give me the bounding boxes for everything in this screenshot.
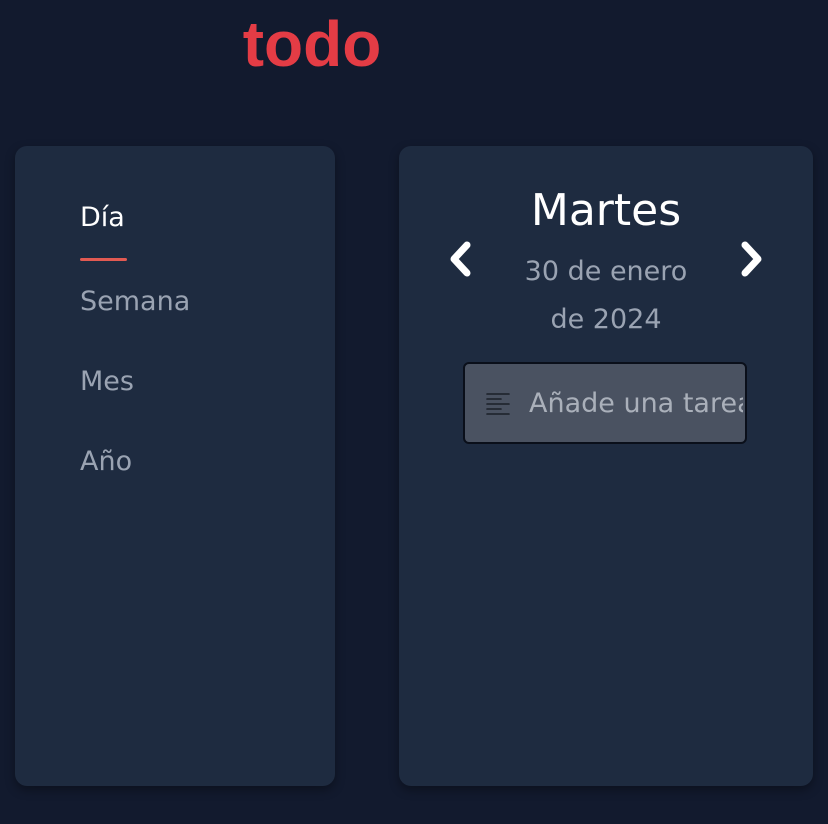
chevron-left-icon: [450, 241, 471, 277]
add-task-field[interactable]: [463, 362, 747, 444]
day-name-heading: Martes: [530, 185, 682, 236]
nav-item-dia[interactable]: Día: [80, 201, 125, 235]
chevron-right-icon: [741, 241, 762, 277]
view-nav-panel: Día Semana Mes Año: [15, 146, 335, 786]
nav-item-ano[interactable]: Año: [80, 445, 132, 479]
prev-day-button[interactable]: [445, 239, 477, 279]
nav-item-mes[interactable]: Mes: [80, 365, 134, 399]
active-nav-underline: [80, 258, 127, 261]
date-label: 30 de enero de 2024: [481, 248, 731, 344]
add-task-input[interactable]: [529, 364, 743, 442]
day-view-panel: Martes 30 de enero de 2024: [399, 146, 813, 786]
nav-item-semana[interactable]: Semana: [80, 285, 190, 319]
app-title: todo: [242, 8, 382, 80]
date-line-1: 30 de enero: [524, 256, 688, 287]
align-left-icon: [486, 393, 510, 415]
date-line-2: de 2024: [550, 304, 662, 335]
next-day-button[interactable]: [735, 239, 767, 279]
